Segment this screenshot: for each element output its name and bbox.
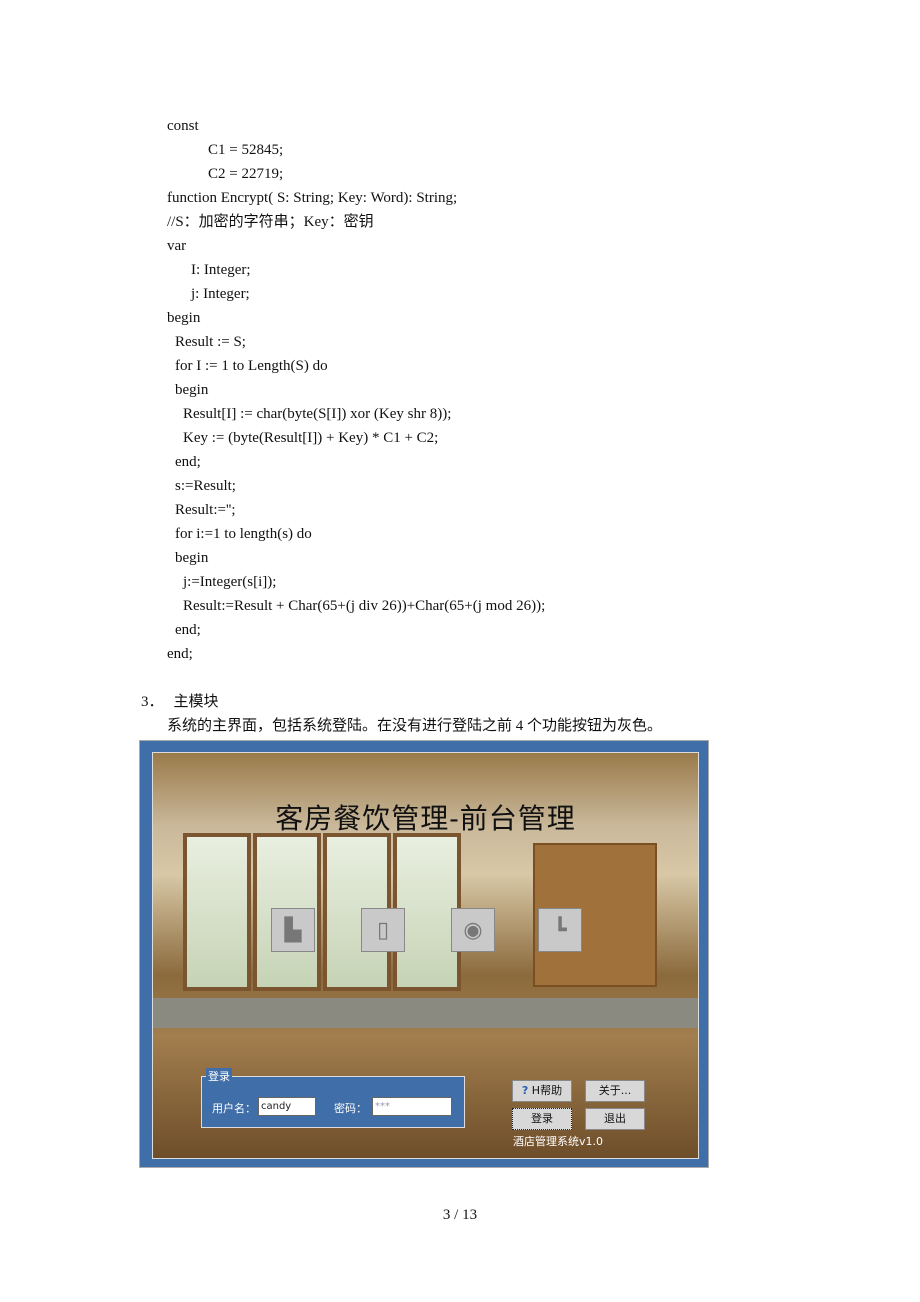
code-line: //S：加密的字符串；Key：密钥	[167, 214, 374, 230]
clipboard-icon: ▯	[376, 917, 390, 942]
code-line: Result:=Result + Char(65+(j div 26))+Cha…	[183, 598, 546, 614]
code-line: for i:=1 to length(s) do	[175, 526, 312, 542]
help-label: H帮助	[531, 1084, 563, 1097]
code-line: C1 = 52845;	[208, 142, 284, 158]
eye-button[interactable]: ◉	[451, 908, 495, 952]
code-line: const	[167, 118, 199, 134]
code-line: for I := 1 to Length(S) do	[175, 358, 328, 374]
document-page: const C1 = 52845; C2 = 22719; function Encr…	[0, 0, 920, 1302]
code-line: begin	[167, 310, 201, 326]
app-screenshot: 客房餐饮管理-前台管理 ▙ ▯ ◉ ┗ 登录 用户名： candy 密码： **…	[139, 740, 709, 1168]
code-line: var	[167, 238, 187, 254]
code-line: j: Integer;	[191, 286, 250, 302]
code-line: Result := S;	[175, 334, 246, 350]
version-label: 酒店管理系统v1.0	[513, 1135, 604, 1148]
code-line: begin	[175, 382, 209, 398]
code-line: Result[I] := char(byte(S[I]) xor (Key sh…	[183, 406, 452, 422]
page-number: 3 / 13	[442, 1207, 478, 1223]
section-description: 系统的主界面，包括系统登陆。在没有进行登陆之前 4 个功能按钮为灰色。	[167, 718, 663, 734]
about-button[interactable]: 关于...	[585, 1080, 645, 1102]
login-legend: 登录	[206, 1068, 232, 1084]
kitchen-background-image: 客房餐饮管理-前台管理 ▙ ▯ ◉ ┗ 登录 用户名： candy 密码： **…	[152, 752, 699, 1159]
code-line: begin	[175, 550, 209, 566]
exit-button[interactable]: 退出	[585, 1108, 645, 1130]
chart-icon: ┗	[553, 917, 567, 942]
chart-button[interactable]: ┗	[538, 908, 582, 952]
help-button[interactable]: ? H帮助	[512, 1080, 572, 1102]
code-line: Result:='';	[175, 502, 236, 518]
code-line: C2 = 22719;	[208, 166, 284, 182]
username-label: 用户名：	[212, 1102, 256, 1115]
room-button[interactable]: ▙	[271, 908, 315, 952]
app-title: 客房餐饮管理-前台管理	[275, 802, 576, 835]
section-number: 3．	[141, 694, 164, 710]
login-button[interactable]: 登录	[512, 1108, 572, 1130]
code-line: end;	[175, 454, 201, 470]
section-title: 主模块	[173, 694, 219, 710]
section-heading: 3． 主模块	[141, 690, 219, 714]
code-line: I: Integer;	[191, 262, 251, 278]
code-line: j:=Integer(s[i]);	[183, 574, 277, 590]
code-line: end;	[167, 646, 193, 662]
eye-icon: ◉	[463, 917, 483, 942]
room-icon: ▙	[284, 917, 302, 942]
code-line: end;	[175, 622, 201, 638]
help-icon: ?	[521, 1084, 529, 1097]
code-line: s:=Result;	[175, 478, 236, 494]
clipboard-button[interactable]: ▯	[361, 908, 405, 952]
code-line: Key := (byte(Result[I]) + Key) * C1 + C2…	[183, 430, 439, 446]
username-input[interactable]: candy	[258, 1097, 316, 1116]
password-label: 密码：	[334, 1102, 367, 1115]
password-input[interactable]: ***	[372, 1097, 452, 1116]
login-groupbox: 登录 用户名： candy 密码： ***	[201, 1068, 465, 1128]
code-line: function Encrypt( S: String; Key: Word):…	[167, 190, 458, 206]
